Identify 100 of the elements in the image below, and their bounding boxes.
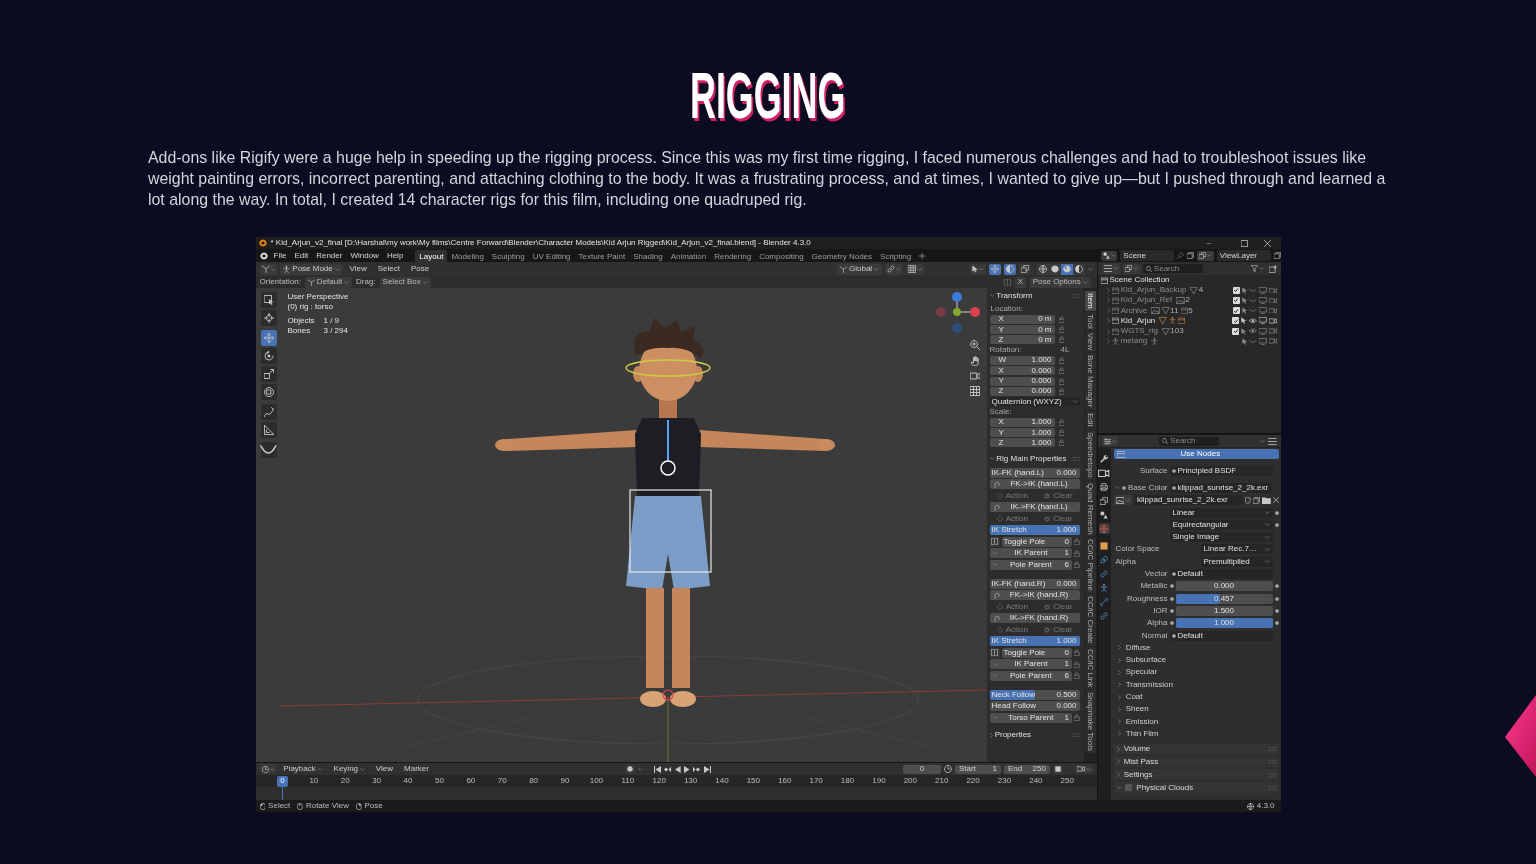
number-field[interactable]: Z 1.000 [989, 438, 1055, 448]
drag-dropdown[interactable]: Select Box [379, 276, 431, 288]
grip-icon[interactable] [1072, 733, 1080, 738]
hip-control-box[interactable] [628, 489, 712, 573]
menu-item[interactable]: View [371, 765, 398, 773]
number-field[interactable]: Toggle Pole 0 [1001, 536, 1072, 547]
number-field[interactable]: Z 0 m [989, 335, 1055, 345]
number-field[interactable]: 0.000 [1175, 581, 1273, 592]
shading-mode-button[interactable] [1036, 263, 1049, 275]
number-field[interactable]: X 0.000 [989, 366, 1055, 376]
clock-icon[interactable] [943, 765, 952, 773]
subpanel-header[interactable]: Sheen [1113, 704, 1279, 715]
key-back-icon[interactable] [664, 765, 672, 773]
head-control-ring[interactable] [624, 359, 711, 377]
number-field[interactable]: Head Follow 0.000 [989, 701, 1080, 712]
playhead-line[interactable] [282, 787, 284, 800]
play-reverse-icon[interactable] [674, 765, 681, 773]
workspace-tab[interactable]: Texture Paint [574, 250, 630, 262]
tree-item-label[interactable]: Kid_Arjun_Backup [1120, 286, 1187, 295]
panel-header[interactable]: Settings [1113, 769, 1279, 780]
sidebar-tab[interactable]: CC/iC Link [1084, 646, 1096, 689]
view-object-types-button[interactable] [969, 263, 986, 275]
slider-field[interactable]: IK Stretch 1.000 [989, 636, 1080, 647]
workspace-tab[interactable]: Geometry Nodes [807, 250, 877, 262]
dropdown[interactable]: Equirectangular [1169, 519, 1273, 530]
socket-field[interactable]: Default [1169, 630, 1273, 641]
subpanel-header[interactable]: Thin Film [1113, 728, 1279, 739]
workspace-tab[interactable]: Shading [629, 250, 667, 262]
menu-item[interactable]: Help [382, 251, 408, 260]
search-field[interactable]: Search [1142, 264, 1203, 273]
checkbox[interactable] [1125, 784, 1133, 792]
number-field[interactable]: X 0 m [989, 314, 1055, 324]
padlock-icon[interactable] [1073, 714, 1080, 722]
checkbox[interactable] [1232, 307, 1240, 315]
dropdown[interactable]: Linear Rec.7… [1200, 544, 1273, 555]
monitor-icon[interactable] [1258, 337, 1267, 345]
tool-button[interactable] [260, 442, 277, 458]
mirror-toggle[interactable]: X [1015, 276, 1026, 288]
menu-item[interactable]: Edit [290, 251, 313, 260]
menu-dropdown[interactable]: Playback [279, 765, 327, 773]
tool-button[interactable] [260, 384, 277, 400]
skip-back-icon[interactable] [653, 765, 661, 773]
tree-item-label[interactable]: Kid_Arjun_Ref [1120, 296, 1173, 305]
search-field[interactable]: Search [1159, 436, 1220, 446]
checkbox[interactable] [1232, 327, 1240, 335]
sidebar-tab[interactable]: Edit [1084, 410, 1096, 429]
image-name-field[interactable]: klippad_sunrise_2_2k.exr [1134, 495, 1244, 506]
subpanel-header[interactable]: Specular [1113, 667, 1279, 678]
tool-button[interactable] [260, 292, 277, 308]
copy-icon[interactable] [1273, 252, 1281, 259]
panel-header[interactable]: Physical Clouds [1113, 782, 1279, 793]
dropdown[interactable]: Premultiplied [1200, 556, 1273, 567]
tool-button[interactable] [260, 348, 277, 364]
menu-item[interactable]: Marker [400, 765, 433, 773]
eye-icon[interactable] [1249, 328, 1257, 334]
dropdown[interactable]: Torso Parent 1 [989, 712, 1072, 723]
dropdown[interactable]: Pole Parent 6 [989, 670, 1072, 681]
viewport-toggle-button[interactable] [1003, 263, 1016, 275]
tree-item-label[interactable]: WGTS_rig [1120, 327, 1158, 336]
padlock-icon[interactable] [1073, 549, 1080, 557]
subpanel-header[interactable]: Subsurface [1113, 655, 1279, 666]
padlock-icon[interactable] [1058, 418, 1065, 426]
monitor-icon[interactable] [1258, 296, 1267, 304]
padlock-icon[interactable] [1058, 326, 1065, 334]
sidebar-tab[interactable]: CC/iC Create [1084, 594, 1096, 646]
workspace-tab[interactable]: Scripting [876, 250, 916, 262]
menu-item[interactable]: Pose [407, 265, 434, 273]
folder-icon[interactable] [1261, 496, 1271, 504]
axis-gizmo-icon[interactable] [934, 292, 981, 336]
menu-item[interactable]: View [345, 265, 371, 273]
sidebar-tab[interactable]: Quad Remesh [1084, 480, 1096, 537]
padlock-icon[interactable] [1073, 672, 1080, 680]
tool-button[interactable] [260, 404, 277, 420]
shading-mode-button[interactable] [1072, 263, 1085, 275]
padlock-icon[interactable] [1058, 429, 1065, 437]
properties-tab[interactable] [1098, 495, 1110, 506]
sidebar-tab[interactable]: CC/iC Pipeline [1084, 537, 1096, 594]
subpanel-header[interactable]: Diffuse [1113, 642, 1279, 653]
orientation-dropdown[interactable]: Default [304, 276, 352, 288]
number-field[interactable]: Z 0.000 [989, 386, 1055, 396]
chest-control-ring[interactable] [659, 460, 676, 476]
pivot-button[interactable] [884, 263, 903, 275]
mode-dropdown[interactable]: Pose Mode [280, 263, 343, 275]
snap-button[interactable] [905, 263, 924, 275]
foot-control-ring[interactable] [661, 689, 674, 701]
start-frame-field[interactable]: Start 1 [954, 764, 1001, 774]
workspace-tab[interactable]: UV Editing [528, 250, 575, 262]
viewport-toggle-button[interactable] [988, 263, 1001, 275]
checkbox[interactable] [1232, 317, 1240, 325]
panel-header[interactable]: Properties [989, 729, 1080, 741]
view-options-button[interactable] [1074, 764, 1093, 774]
padlock-icon[interactable] [1073, 561, 1080, 569]
panel-header[interactable]: Mist Pass [1113, 756, 1279, 768]
socket-field[interactable]: Default [1169, 569, 1273, 580]
toggle-button[interactable] [989, 536, 1000, 547]
dropdown[interactable]: Pole Parent 6 [989, 559, 1072, 570]
editor-type-button[interactable] [259, 764, 277, 774]
toggle-button[interactable] [989, 647, 1000, 658]
pin-icon[interactable] [1177, 252, 1184, 259]
operator-button[interactable]: FK->IK (hand.R) [989, 590, 1080, 601]
